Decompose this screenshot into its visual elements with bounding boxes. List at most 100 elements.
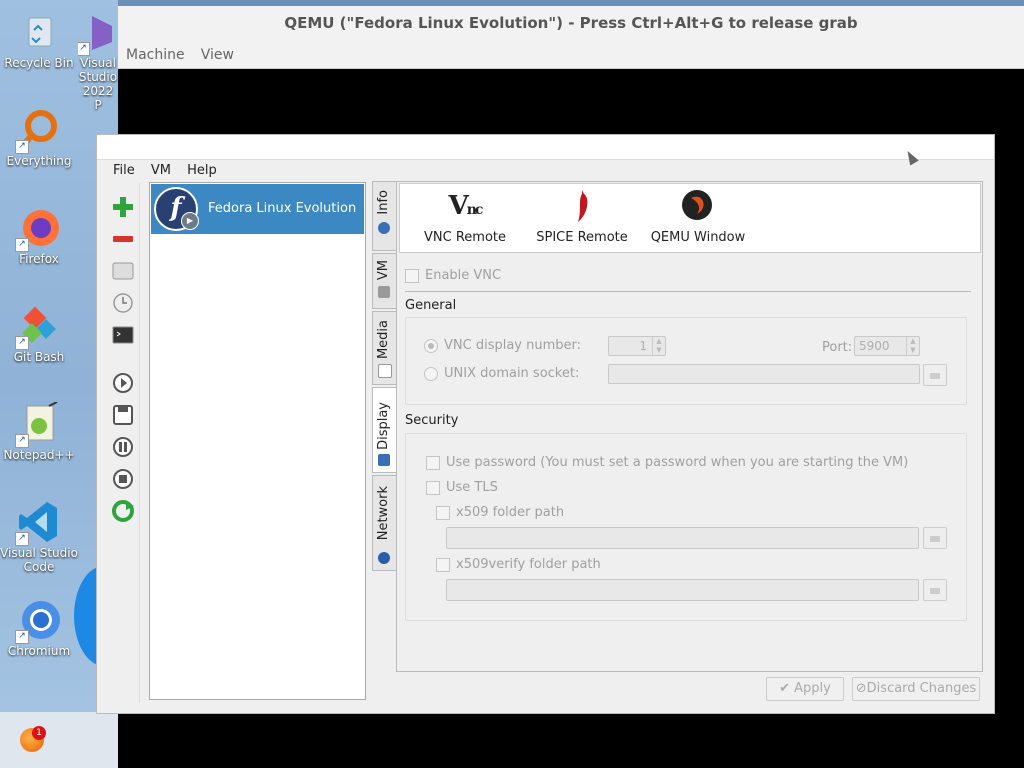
unix-socket-input[interactable] — [608, 364, 920, 384]
pause-vm-button[interactable] — [111, 435, 135, 459]
network-icon — [378, 552, 390, 564]
browse-x509verify-folder-button[interactable] — [923, 579, 947, 601]
tab-label: QEMU Window — [650, 230, 746, 245]
pause-icon — [113, 437, 133, 457]
media-icon — [378, 364, 392, 378]
desktop-icon-label: Firefox — [19, 252, 59, 266]
menu-file[interactable]: File — [113, 161, 135, 181]
tab-network[interactable]: Network — [372, 475, 396, 571]
tab-label: SPICE Remote — [536, 230, 628, 245]
vnc-display-number-label: VNC display number: — [444, 338, 582, 353]
tab-vnc-remote[interactable]: Vnc VNC Remote — [410, 188, 520, 245]
spin-arrows-icon[interactable]: ▲ ▼ — [652, 337, 665, 355]
remove-vm-button[interactable] — [111, 227, 135, 251]
stop-icon — [113, 469, 133, 489]
enable-vnc-label: Enable VNC — [425, 268, 502, 283]
unix-socket-option[interactable]: UNIX domain socket: — [424, 366, 579, 381]
vnc-display-number-option[interactable]: VNC display number: — [424, 338, 581, 353]
menu-view[interactable]: View — [201, 42, 234, 68]
desktop-icon-notepad-plus-plus[interactable]: ↗ Notepad++ — [0, 401, 78, 462]
x509verify-folder-row[interactable]: x509verify folder path — [436, 557, 601, 572]
desktop-icon-label: Recycle Bin — [4, 56, 74, 70]
checkmark-icon: ✔ — [779, 681, 795, 696]
desktop-icon-vscode[interactable]: ↗ Visual Studio Code — [0, 500, 78, 574]
save-vm-button[interactable] — [111, 403, 135, 427]
port-spinbox[interactable]: 5900 ▲ ▼ — [854, 336, 920, 356]
x509verify-folder-input[interactable] — [446, 579, 919, 601]
vm-name: Fedora Linux Evolution — [208, 201, 357, 216]
unix-socket-radio[interactable] — [424, 366, 438, 381]
tab-info[interactable]: Info — [372, 181, 396, 251]
tab-label: Network — [376, 486, 391, 541]
magnifier-icon: ↗ — [15, 108, 61, 154]
desktop-icon-visual-studio[interactable]: ↗ Visual Studio 2022 P — [78, 10, 118, 112]
desktop-icon-everything[interactable]: ↗ Everything — [0, 108, 78, 168]
reset-vm-button[interactable] — [111, 499, 135, 523]
vm-list: f ▶ Fedora Linux Evolution — [149, 182, 366, 700]
vscode-icon: ↗ — [15, 500, 61, 546]
x509verify-folder-label: x509verify folder path — [456, 557, 601, 572]
discard-changes-button[interactable]: ⊘Discard Changes — [852, 677, 980, 701]
desktop-icon-git-bash[interactable]: ↗ Git Bash — [0, 304, 78, 364]
tab-spice-remote[interactable]: SPICE Remote — [527, 188, 637, 245]
add-vm-button[interactable] — [111, 195, 135, 219]
x509-folder-label: x509 folder path — [456, 505, 565, 520]
unix-socket-label: UNIX domain socket: — [444, 366, 580, 381]
port-value: 5900 — [859, 339, 890, 353]
shortcut-arrow-icon: ↗ — [15, 630, 29, 644]
shortcut-arrow-icon: ↗ — [15, 238, 29, 252]
desktop-icon-recycle-bin[interactable]: Recycle Bin — [0, 10, 78, 70]
use-password-row[interactable]: Use password (You must set a password wh… — [426, 455, 908, 470]
firefox-icon: ↗ — [15, 206, 61, 252]
spin-arrows-icon[interactable]: ▲ ▼ — [906, 337, 919, 355]
clock-icon — [113, 293, 133, 313]
x509-folder-input[interactable] — [446, 527, 919, 549]
general-group: VNC display number: 1 ▲ ▼ Port: 5900 ▲ ▼ U… — [405, 317, 967, 405]
browse-x509-folder-button[interactable] — [923, 527, 947, 549]
taskbar: 1 — [0, 712, 118, 768]
vnc-icon: Vnc — [448, 191, 484, 221]
start-vm-button[interactable] — [111, 371, 135, 395]
x509verify-folder-checkbox[interactable] — [436, 557, 450, 572]
display-type-tabs: Vnc VNC Remote SPICE Remote QEMU Window — [399, 183, 981, 253]
general-title: General — [405, 298, 457, 313]
snapshot-button[interactable] — [111, 291, 135, 315]
window-title: QEMU ("Fedora Linux Evolution") - Press … — [118, 6, 1024, 43]
menu-help[interactable]: Help — [187, 161, 217, 181]
enable-vnc-checkbox[interactable] — [405, 268, 419, 283]
desktop-icon-label: Everything — [6, 154, 72, 168]
x509-folder-checkbox[interactable] — [436, 505, 450, 520]
refresh-icon — [112, 500, 134, 522]
separator — [405, 291, 971, 292]
tab-display[interactable]: Display — [372, 387, 396, 473]
browse-folder-button[interactable] — [923, 364, 947, 386]
use-tls-checkbox[interactable] — [426, 480, 440, 495]
enable-vnc-row[interactable]: Enable VNC — [405, 268, 501, 283]
apply-label: Apply — [794, 681, 831, 696]
console-button[interactable] — [111, 323, 135, 347]
vm-status-icon: ▶ — [181, 212, 199, 230]
tools-icon — [378, 286, 390, 298]
desktop-icon-chromium[interactable]: ↗ Chromium — [0, 598, 78, 658]
desktop-icon-label: Notepad++ — [3, 448, 75, 462]
menu-machine[interactable]: Machine — [126, 42, 185, 68]
visual-studio-icon: ↗ — [78, 10, 118, 56]
tab-qemu-window[interactable]: QEMU Window — [643, 188, 753, 245]
desktop-icon-firefox[interactable]: ↗ Firefox — [0, 206, 78, 266]
tab-media[interactable]: Media — [372, 311, 396, 385]
apply-button[interactable]: ✔ Apply — [766, 677, 844, 701]
use-tls-row[interactable]: Use TLS — [426, 480, 498, 495]
use-password-checkbox[interactable] — [426, 455, 440, 470]
stop-vm-button[interactable] — [111, 467, 135, 491]
chili-pepper-icon — [527, 188, 637, 224]
save-state-button[interactable] — [111, 259, 135, 283]
shortcut-arrow-icon: ↗ — [78, 42, 90, 56]
x509-folder-row[interactable]: x509 folder path — [436, 505, 564, 520]
tab-vm[interactable]: VM — [372, 253, 396, 309]
vnc-display-number-radio[interactable] — [424, 338, 438, 353]
menu-vm[interactable]: VM — [151, 161, 171, 181]
chromium-icon: ↗ — [15, 598, 61, 644]
vnc-display-number-spinbox[interactable]: 1 ▲ ▼ — [608, 336, 666, 356]
vm-list-item[interactable]: f ▶ Fedora Linux Evolution — [151, 184, 364, 234]
tab-label: Media — [376, 320, 391, 360]
